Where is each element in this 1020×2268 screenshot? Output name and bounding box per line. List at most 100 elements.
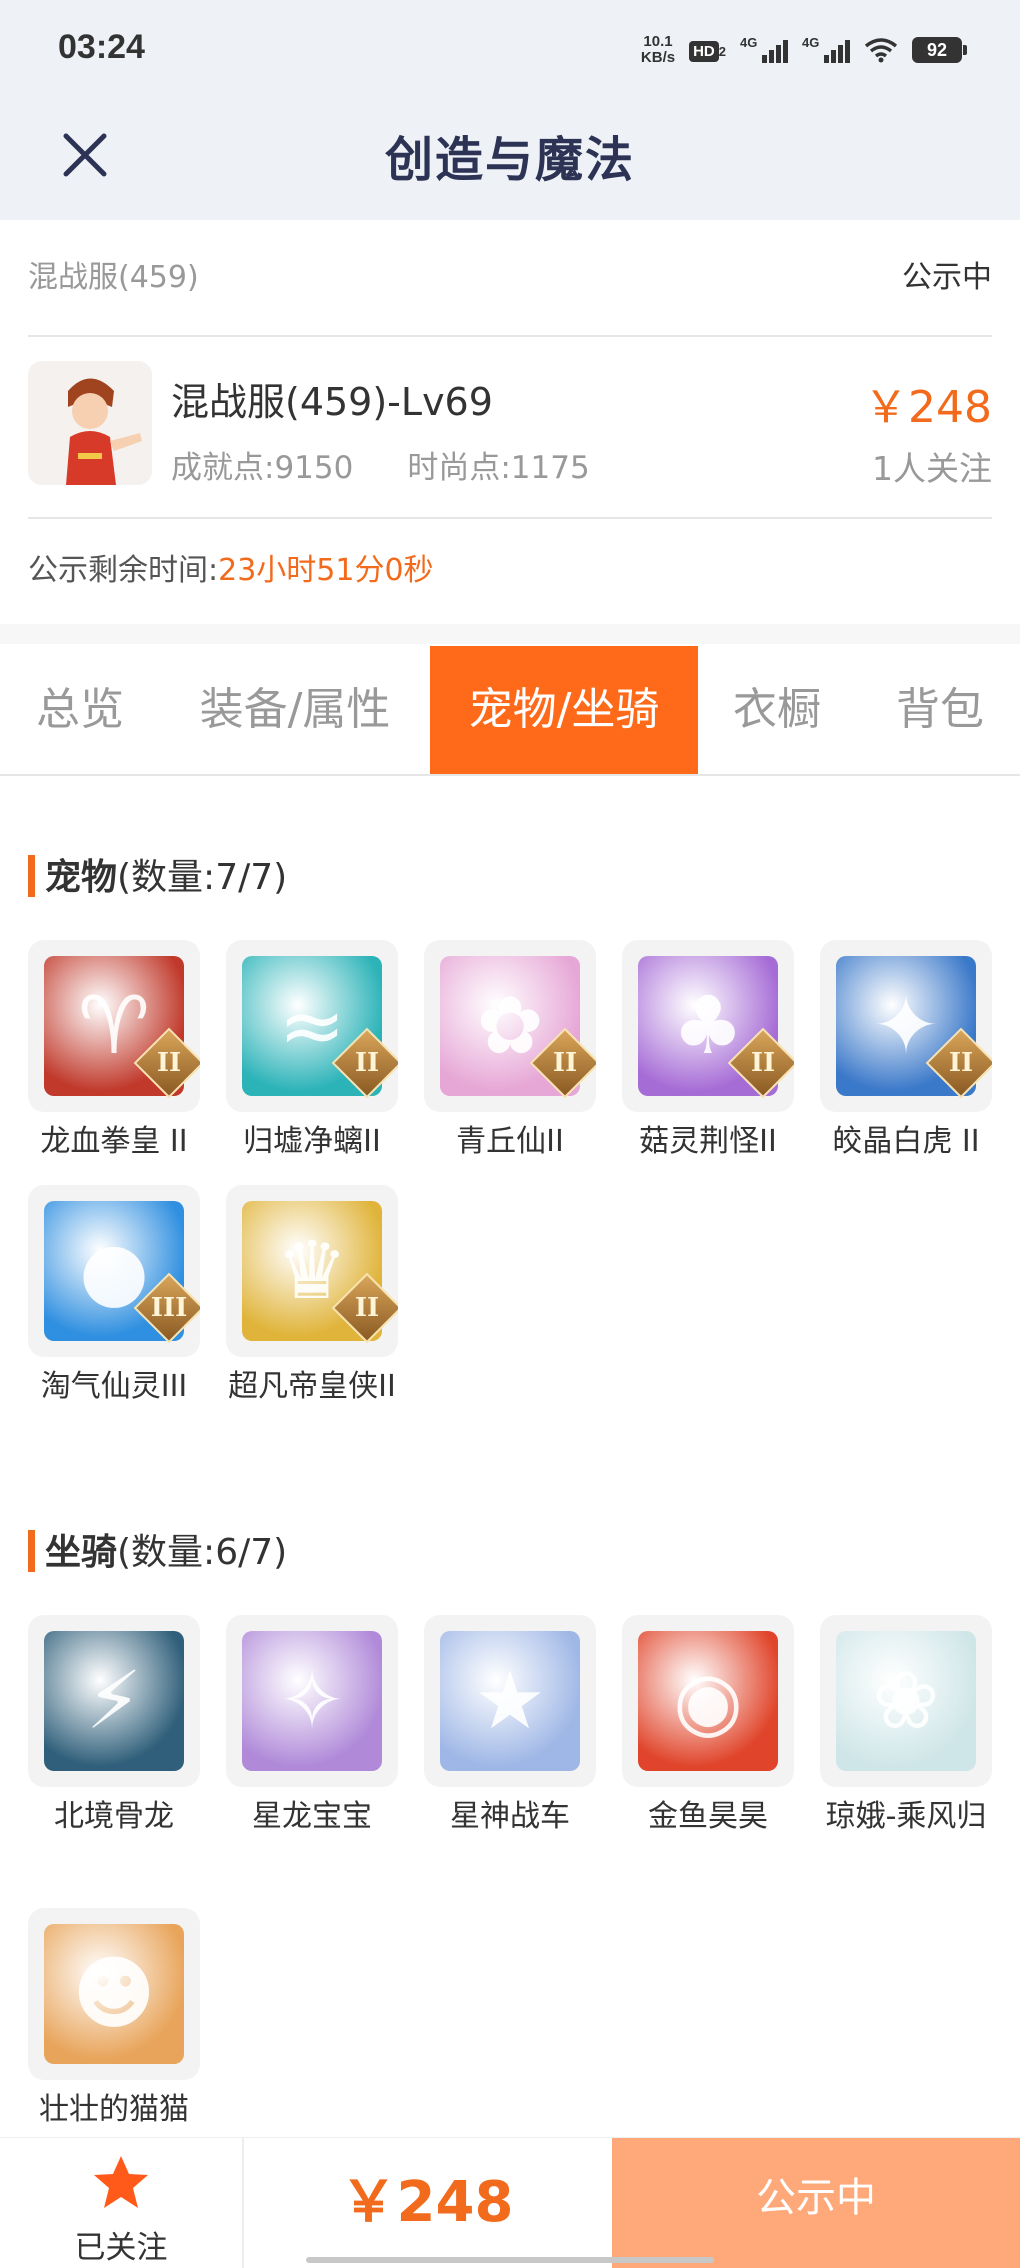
pet-item[interactable]: ≈ II 归墟净螭II <box>226 940 398 1166</box>
countdown-label: 公示剩余时间: <box>28 553 219 588</box>
signal-label: 4G <box>740 35 758 50</box>
pet-item[interactable]: ● III 淘气仙灵III <box>28 1185 200 1411</box>
battery-icon: 92 <box>912 37 967 63</box>
goldfish-icon-glyph: ◉ <box>673 1654 743 1747</box>
pets-section-header: 宠物(数量:7/7) <box>28 848 287 900</box>
character-card[interactable]: 混战服(459)-Lv69 成就点:9150 时尚点:1175 ￥248 1人关注 <box>28 337 992 519</box>
mount-item[interactable]: ★ 星神战车 <box>424 1615 596 1841</box>
grade-badge-label: II <box>156 1048 182 1078</box>
achievement-points: 成就点:9150 <box>171 450 354 486</box>
pet-thumbnail: ≈ II <box>226 940 398 1112</box>
network-speed-value: 10.1 <box>643 33 673 50</box>
mount-thumbnail: ★ <box>424 1615 596 1787</box>
wifi-icon <box>864 38 898 63</box>
pet-name: 归墟净螭II <box>243 1124 381 1159</box>
tab-bar: 总览 装备/属性 宠物/坐骑 衣橱 背包 <box>0 646 1020 776</box>
pet-item[interactable]: ♛ II 超凡帝皇侠II <box>226 1185 398 1411</box>
mount-item[interactable]: ✧ 星龙宝宝 <box>226 1615 398 1841</box>
character-portrait-icon <box>28 361 152 485</box>
grade-badge-label: II <box>750 1048 776 1078</box>
mount-thumbnail: ☻ <box>28 1908 200 2080</box>
bone-dragon-icon-glyph: ⚡ <box>85 1654 143 1747</box>
pet-name: 龙血拳皇 II <box>40 1124 188 1159</box>
pet-name: 超凡帝皇侠II <box>228 1369 396 1404</box>
pet-name: 青丘仙II <box>456 1124 564 1159</box>
mount-thumbnail: ✧ <box>226 1615 398 1787</box>
fairy-maiden-icon-glyph: ❀ <box>872 1654 940 1747</box>
status-icons: 10.1 KB/s HD 2 4G 4G 92 <box>641 30 967 70</box>
pet-thumbnail: ✦ II <box>820 940 992 1112</box>
mounts-title: 坐骑 <box>45 1532 118 1573</box>
mount-name: 星龙宝宝 <box>252 1799 372 1834</box>
section-divider <box>0 624 1020 644</box>
signal-icon-2: 4G <box>802 35 850 63</box>
pets-count: (数量:7/7) <box>117 857 288 898</box>
mount-name: 壮壮的猫猫 <box>39 2092 189 2127</box>
baby-star-dragon-icon-glyph: ✧ <box>278 1654 346 1747</box>
mount-item[interactable]: ☻ 壮壮的猫猫 <box>28 1908 200 2134</box>
follow-button[interactable]: 已关注 <box>0 2138 244 2268</box>
page-title: 创造与魔法 <box>384 132 635 188</box>
hd-label: HD <box>689 40 719 62</box>
pet-item[interactable]: ✿ II 青丘仙II <box>424 940 596 1166</box>
countdown-row: 公示剩余时间:23小时51分0秒 <box>28 545 434 589</box>
status-bar: 03:24 10.1 KB/s HD 2 4G 4G 92 <box>0 0 1020 100</box>
pet-thumbnail: ● III <box>28 1185 200 1357</box>
listing-price: ￥248 <box>864 382 992 433</box>
star-icon <box>94 2156 148 2208</box>
mounts-count: (数量:6/7) <box>117 1532 288 1573</box>
character-name: 混战服(459)-Lv69 <box>171 380 493 424</box>
bottom-action-bar: 已关注 ￥248 公示中 <box>0 2137 1020 2268</box>
grade-badge-label: II <box>354 1293 380 1323</box>
mount-item[interactable]: ❀ 琼娥-乘风归 <box>820 1615 992 1841</box>
network-speed: 10.1 KB/s <box>641 34 675 66</box>
mount-item[interactable]: ◉ 金鱼昊昊 <box>622 1615 794 1841</box>
star-chariot-icon-glyph: ★ <box>474 1654 546 1747</box>
pet-name: 淘气仙灵III <box>40 1369 188 1404</box>
pet-item[interactable]: ♈ II 龙血拳皇 II <box>28 940 200 1166</box>
tab-overview[interactable]: 总览 <box>0 646 160 774</box>
pets-title: 宠物 <box>45 857 118 898</box>
listing-status: 公示中 <box>902 260 992 295</box>
hd-icon: HD 2 <box>689 40 726 62</box>
pet-item[interactable]: ✦ II 皎晶白虎 II <box>820 940 992 1166</box>
mount-name: 金鱼昊昊 <box>648 1799 768 1834</box>
pet-item[interactable]: ♣ II 菇灵荆怪II <box>622 940 794 1166</box>
follower-count: 1人关注 <box>872 449 992 488</box>
grade-badge-label: II <box>354 1048 380 1078</box>
signal-label-2: 4G <box>802 35 820 50</box>
network-speed-unit: KB/s <box>640 49 676 66</box>
tab-backpack[interactable]: 背包 <box>870 646 1010 774</box>
section-accent-bar <box>28 855 35 897</box>
mounts-section-header: 坐骑(数量:6/7) <box>28 1523 287 1575</box>
character-avatar <box>28 361 152 485</box>
pet-thumbnail: ♣ II <box>622 940 794 1112</box>
grade-badge-label: III <box>150 1293 188 1323</box>
follow-label: 已关注 <box>74 2230 168 2266</box>
pet-thumbnail: ♈ II <box>28 940 200 1112</box>
public-status-button[interactable]: 公示中 <box>612 2138 1020 2268</box>
hd-sub: 2 <box>718 43 726 59</box>
mount-item[interactable]: ⚡ 北境骨龙 <box>28 1615 200 1841</box>
server-row: 混战服(459) 公示中 <box>28 230 992 337</box>
server-name: 混战服(459) <box>28 260 199 295</box>
fashion-points: 时尚点:1175 <box>407 450 590 486</box>
grade-badge-label: II <box>948 1048 974 1078</box>
tab-pets-mounts[interactable]: 宠物/坐骑 <box>430 646 698 774</box>
mount-thumbnail: ⚡ <box>28 1615 200 1787</box>
bottom-price: ￥248 <box>340 2170 514 2235</box>
signal-icon: 4G <box>740 35 788 63</box>
mount-name: 星神战车 <box>450 1799 570 1834</box>
countdown-value: 23小时51分0秒 <box>218 553 434 588</box>
mount-thumbnail: ◉ <box>622 1615 794 1787</box>
character-stats: 成就点:9150 时尚点:1175 <box>171 442 590 487</box>
tab-equipment[interactable]: 装备/属性 <box>175 646 415 774</box>
pet-name: 皎晶白虎 II <box>832 1124 980 1159</box>
pet-thumbnail: ✿ II <box>424 940 596 1112</box>
cat-icon-glyph: ☻ <box>72 1947 156 2040</box>
grade-badge-label: II <box>552 1048 578 1078</box>
section-accent-bar <box>28 1530 35 1572</box>
mount-name: 北境骨龙 <box>54 1799 174 1834</box>
pet-name: 菇灵荆怪II <box>639 1124 777 1159</box>
tab-wardrobe[interactable]: 衣橱 <box>712 646 842 774</box>
